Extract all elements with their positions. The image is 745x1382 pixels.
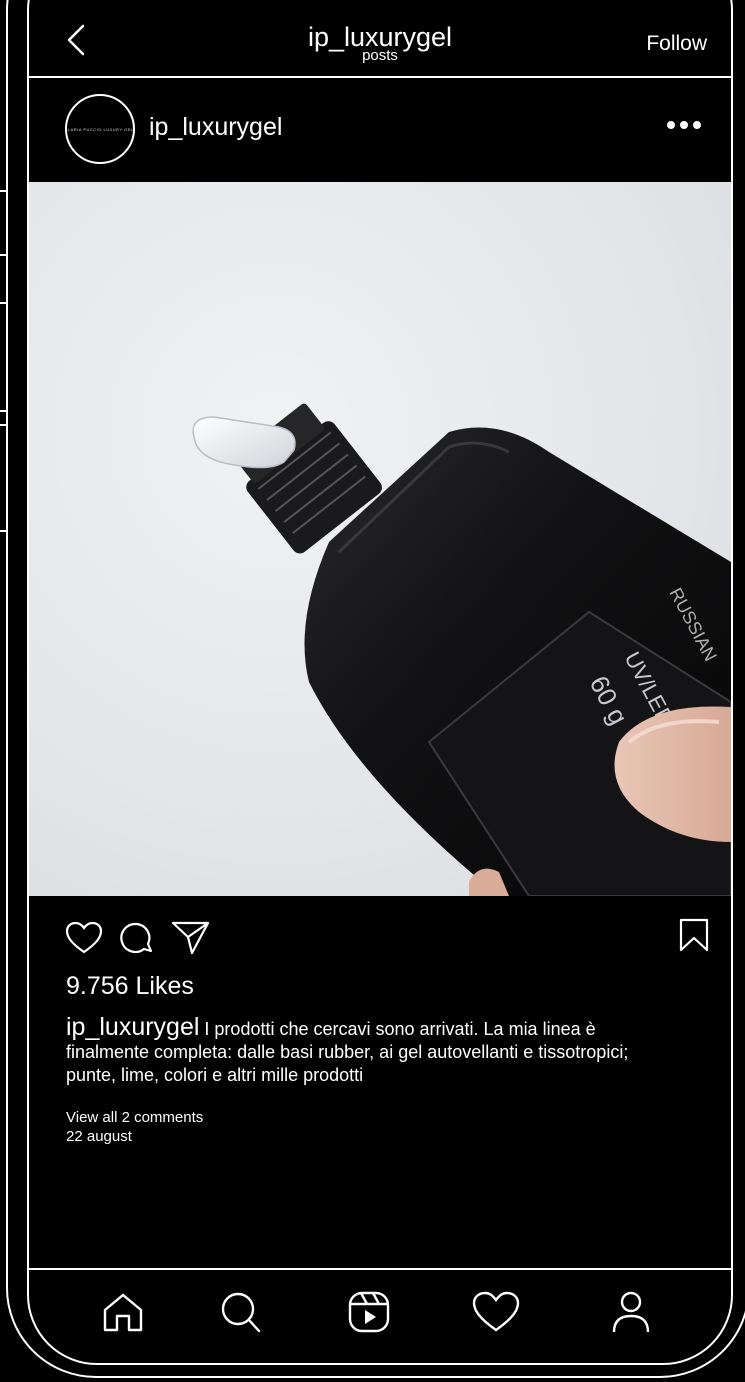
view-comments-link[interactable]: View all 2 comments [66,1109,203,1126]
more-horizontal-icon [667,121,675,129]
side-button [0,302,8,412]
avatar-logo-text: ILARIA PUCCIO LUXURY GEL [66,126,134,132]
caption-username[interactable]: ip_luxurygel [66,1013,199,1041]
more-options-button[interactable] [667,118,701,132]
home-icon[interactable] [101,1290,145,1334]
heart-icon[interactable] [471,1290,521,1334]
bottom-nav [29,1268,731,1360]
post-username[interactable]: ip_luxurygel [149,113,282,142]
follow-button[interactable]: Follow [646,32,707,56]
reels-icon[interactable] [347,1290,391,1334]
post-date: 22 august [66,1128,132,1145]
search-icon[interactable] [219,1290,263,1334]
avatar[interactable]: ILARIA PUCCIO LUXURY GEL [65,94,135,164]
post-header: ILARIA PUCCIO LUXURY GEL ip_luxurygel [29,80,731,182]
comment-bubble-icon[interactable] [119,922,155,958]
likes-count[interactable]: 9.756 Likes [66,972,194,1001]
bookmark-icon[interactable] [679,918,709,952]
page-subtitle: posts [362,47,398,64]
post-caption: ip_luxurygel I prodotti che cercavi sono… [66,1013,676,1087]
paper-plane-icon[interactable] [171,920,211,956]
side-button [0,424,8,532]
side-button [0,190,8,256]
top-bar: ip_luxurygel posts Follow [29,0,731,78]
post-image[interactable]: 60 g UV/LED RUSSIAN [29,182,731,896]
profile-icon[interactable] [609,1290,653,1334]
product-tube-photo: 60 g UV/LED RUSSIAN [192,403,731,896]
heart-icon[interactable] [65,921,103,955]
